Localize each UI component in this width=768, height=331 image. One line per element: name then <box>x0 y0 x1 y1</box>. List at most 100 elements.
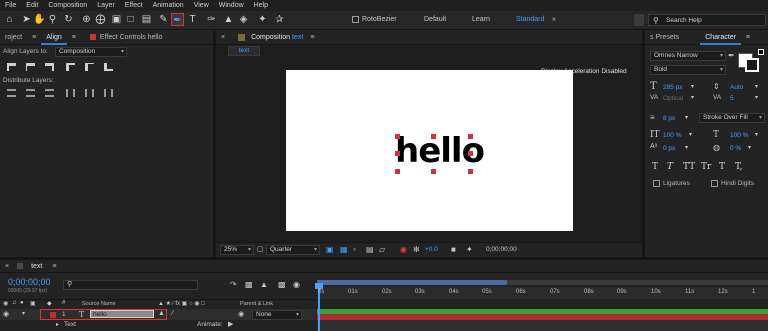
stroke-color-swatch[interactable] <box>745 58 759 72</box>
composition-tab-label[interactable]: Composition <box>246 34 295 41</box>
shape-tool-icon[interactable]: □ <box>124 13 137 26</box>
puppet-tool-icon[interactable]: ✰ <box>273 13 286 26</box>
solo-switch-icon[interactable]: ● <box>20 300 24 306</box>
composition-tab-name[interactable]: text <box>292 34 303 41</box>
tab-effect-controls[interactable]: Effect Controls hello <box>95 34 168 41</box>
zoom-tool-icon[interactable]: ⚲ <box>46 13 59 26</box>
stroke-width-value[interactable]: 8 px <box>663 115 675 122</box>
audio-switch-icon[interactable]: ♫ <box>12 300 17 306</box>
menu-effect[interactable]: Effect <box>120 2 148 9</box>
menu-animation[interactable]: Animation <box>148 2 189 9</box>
hand-tool-icon[interactable]: ✋ <box>33 13 46 26</box>
composition-menu-icon[interactable]: ≡ <box>305 34 319 41</box>
menu-composition[interactable]: Composition <box>43 2 92 9</box>
rotobezier-checkbox[interactable] <box>352 16 359 23</box>
timeline-menu-icon[interactable]: ≡ <box>47 263 61 270</box>
eyedropper-icon[interactable]: ✒ <box>728 51 735 60</box>
selection-tool-icon[interactable]: ➤ <box>20 13 33 26</box>
font-size-dropdown-arrow[interactable]: ▾ <box>691 83 694 90</box>
transform-handle-tr[interactable] <box>468 134 473 139</box>
align-right-icon[interactable] <box>45 63 54 71</box>
video-switch-icon[interactable]: ◉ <box>3 300 8 307</box>
transparency-grid-icon[interactable]: ▦ <box>340 245 348 254</box>
zoom-dropdown[interactable]: 25% <box>220 245 254 255</box>
type-tool-icon[interactable]: T <box>186 13 199 26</box>
lock-switch-icon[interactable]: ▣ <box>30 300 36 307</box>
superscript-button[interactable]: T <box>719 162 725 172</box>
character-menu-icon[interactable]: ≡ <box>741 34 755 41</box>
work-area-bar[interactable] <box>317 280 768 285</box>
layer-visibility-icon[interactable]: ◉ <box>3 310 9 318</box>
vertical-scale-value[interactable]: 100 % <box>663 132 681 139</box>
vertical-scale-dropdown-arrow[interactable]: ▾ <box>689 131 692 138</box>
faux-italic-button[interactable]: T <box>667 162 673 172</box>
layer-name-field[interactable]: hello <box>90 310 154 318</box>
tab-effects-presets[interactable]: s Presets <box>645 34 684 41</box>
camera-tool-icon[interactable]: ⊕ <box>80 13 93 26</box>
tsume-value[interactable]: 0 % <box>730 145 741 152</box>
close-panel-icon[interactable]: × <box>216 34 230 41</box>
brush-tool-icon[interactable]: ✑ <box>205 13 218 26</box>
fit-icon[interactable]: ▢ <box>257 245 264 253</box>
menu-help[interactable]: Help <box>249 2 273 9</box>
motion-blur-icon[interactable]: ◉ <box>293 280 300 289</box>
tsume-dropdown-arrow[interactable]: ▾ <box>748 144 751 151</box>
snapshot-view-icon[interactable]: ▱ <box>379 245 385 254</box>
search-toggle-icon[interactable] <box>634 14 644 26</box>
tab-character[interactable]: Character <box>700 31 741 45</box>
menu-file[interactable]: File <box>0 2 21 9</box>
font-size-value[interactable]: 285 px <box>663 84 683 91</box>
ligatures-checkbox[interactable] <box>653 180 660 187</box>
distribute-right-icon[interactable] <box>104 89 113 97</box>
leading-dropdown-arrow[interactable]: ▾ <box>755 83 758 90</box>
tracking-value[interactable]: 5 <box>730 95 734 102</box>
timeline-layer-row[interactable]: ◉ ▾ 1 T hello ▲ ∕ ◉ None <box>0 309 316 320</box>
draft-3d-icon[interactable]: ▩ <box>245 280 253 289</box>
label-header-icon[interactable]: ◆ <box>47 300 52 307</box>
resolution-dropdown[interactable]: Quarter <box>266 245 320 255</box>
all-caps-button[interactable]: TT <box>683 162 695 172</box>
baseline-shift-value[interactable]: 0 px <box>663 145 675 152</box>
align-vcenter-icon[interactable] <box>85 63 94 71</box>
menu-window[interactable]: Window <box>214 2 249 9</box>
transform-handle-br[interactable] <box>468 169 473 174</box>
distribute-top-icon[interactable] <box>7 89 16 97</box>
align-top-icon[interactable] <box>66 63 75 71</box>
eraser-tool-icon[interactable]: ◈ <box>237 13 250 26</box>
distribute-hcenter-icon[interactable] <box>85 89 94 97</box>
tab-project[interactable]: roject <box>0 34 27 41</box>
region-of-interest-icon[interactable]: ▣ <box>326 245 334 254</box>
transform-handle-bl[interactable] <box>395 169 400 174</box>
horizontal-scale-value[interactable]: 100 % <box>730 132 748 139</box>
mask-feather-tool-icon[interactable]: ▤ <box>140 13 153 26</box>
workspace-default[interactable]: Default <box>424 16 446 23</box>
shy-switch-icon[interactable]: ▲ <box>158 310 165 317</box>
workspace-standard[interactable]: Standard <box>516 16 544 23</box>
roto-brush-tool-icon[interactable]: ✦ <box>256 13 269 26</box>
font-family-dropdown[interactable]: Omnes Narrow <box>650 51 726 61</box>
color-channel-icon[interactable]: ◉ <box>400 245 407 254</box>
transform-handle-tl[interactable] <box>395 134 400 139</box>
small-caps-button[interactable]: Tr <box>701 162 711 172</box>
tracking-dropdown-arrow[interactable]: ▾ <box>755 94 758 101</box>
stroke-width-dropdown-arrow[interactable]: ▾ <box>685 114 688 121</box>
parent-dropdown[interactable]: None <box>252 310 302 320</box>
timeline-search-field[interactable]: ⚲ <box>63 280 198 290</box>
horizontal-scale-dropdown-arrow[interactable]: ▾ <box>755 131 758 138</box>
baseline-shift-dropdown-arrow[interactable]: ▾ <box>685 144 688 151</box>
search-help-field[interactable]: ⚲ Search Help <box>648 14 766 26</box>
transform-handle-bc[interactable] <box>431 169 436 174</box>
timeline-current-time[interactable]: 0;00;00;00 <box>8 277 51 287</box>
comp-flowchart-icon[interactable]: ↷ <box>230 280 237 289</box>
work-area-range[interactable] <box>317 280 507 285</box>
panel-menu-icon[interactable]: ≡ <box>27 34 41 41</box>
rotate-tool-icon[interactable]: ↻ <box>62 13 75 26</box>
rectangle-tool-icon[interactable]: ▣ <box>110 13 123 26</box>
align-bottom-icon[interactable] <box>104 63 113 71</box>
distribute-bottom-icon[interactable] <box>45 89 54 97</box>
tab-align[interactable]: Align <box>41 31 67 45</box>
show-channel-icon[interactable]: ✦ <box>466 245 473 254</box>
black-swatch[interactable] <box>758 49 764 55</box>
animate-add-icon[interactable]: ▶ <box>228 320 233 328</box>
exposure-value[interactable]: +0.0 <box>425 246 438 253</box>
